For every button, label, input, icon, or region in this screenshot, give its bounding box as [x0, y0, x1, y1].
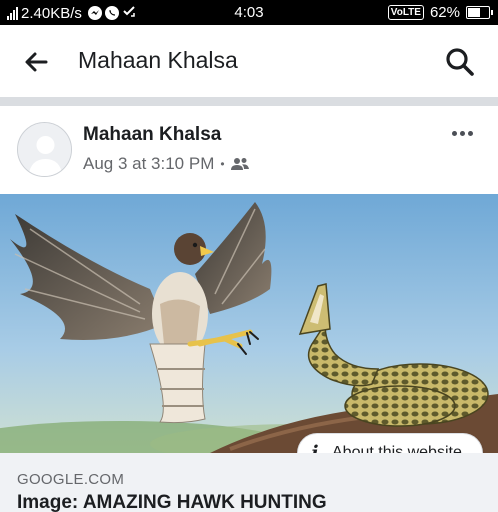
battery-percent: 62%	[429, 4, 460, 21]
friends-icon	[230, 158, 249, 170]
default-avatar-icon	[18, 123, 71, 176]
app-header: Mahaan Khalsa	[0, 25, 498, 97]
post-author[interactable]: Mahaan Khalsa	[83, 124, 221, 146]
more-options-button[interactable]	[447, 125, 477, 141]
link-preview[interactable]: GOOGLE.COM Image: AMAZING HAWK HUNTING	[0, 453, 498, 512]
search-icon	[446, 48, 474, 76]
link-title: Image: AMAZING HAWK HUNTING	[17, 492, 327, 512]
page-title: Mahaan Khalsa	[78, 47, 238, 73]
avatar[interactable]	[17, 122, 72, 177]
post-image[interactable]: i About this website	[0, 194, 498, 453]
hawk-snake-image	[0, 194, 498, 453]
more-options-icon	[451, 130, 457, 136]
meta-separator: •	[220, 157, 225, 171]
volte-badge: VoLTE	[387, 5, 424, 20]
post-timestamp[interactable]: Aug 3 at 3:10 PM	[83, 154, 214, 174]
post-meta: Aug 3 at 3:10 PM •	[83, 154, 249, 174]
link-domain: GOOGLE.COM	[17, 471, 125, 488]
info-icon: i	[311, 442, 319, 453]
status-bar: 2.40KB/s 4:03 VoLTE 62%	[0, 0, 498, 25]
about-website-label: About this website	[332, 444, 462, 453]
back-arrow-icon	[25, 52, 48, 72]
section-divider	[0, 97, 498, 106]
search-button[interactable]	[444, 46, 476, 78]
battery-icon	[466, 6, 493, 19]
battery-level	[468, 8, 480, 17]
about-website-button[interactable]: i About this website	[298, 434, 482, 453]
back-button[interactable]	[22, 47, 52, 77]
status-right: VoLTE 62%	[387, 4, 493, 21]
